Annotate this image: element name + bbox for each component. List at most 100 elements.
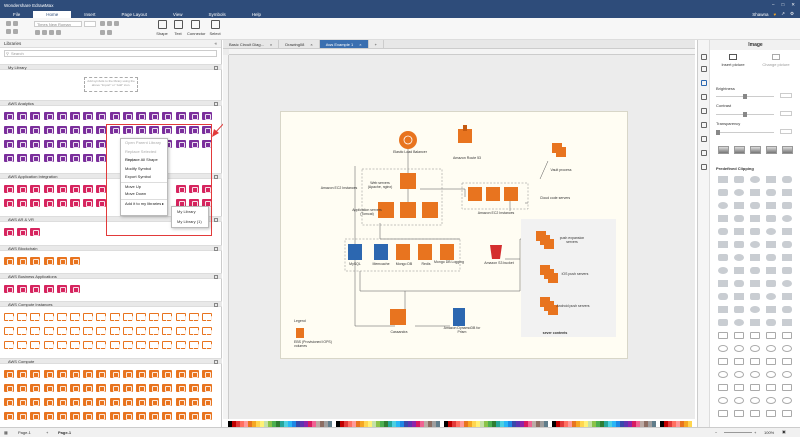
slides-icon[interactable]: [701, 150, 707, 156]
brightness-knob[interactable]: [743, 94, 747, 99]
library-symbol-icon[interactable]: [70, 327, 80, 336]
library-symbol-icon[interactable]: [96, 327, 107, 336]
clipping-shape[interactable]: [734, 280, 744, 287]
library-symbol-icon[interactable]: [4, 126, 14, 134]
clipping-shape[interactable]: [718, 345, 728, 352]
library-symbol-icon[interactable]: [30, 228, 41, 236]
library-symbol-icon[interactable]: [175, 112, 186, 120]
clipping-shape[interactable]: [766, 254, 776, 261]
library-symbol-icon[interactable]: [202, 327, 212, 336]
library-symbol-icon[interactable]: [30, 327, 41, 336]
clipping-shape[interactable]: [782, 215, 792, 222]
clipping-shape[interactable]: [734, 267, 744, 274]
library-symbol-icon[interactable]: [56, 285, 67, 293]
clipping-shape[interactable]: [782, 202, 792, 209]
library-symbol-icon[interactable]: [202, 384, 212, 392]
library-symbol-icon[interactable]: [83, 370, 94, 378]
menu-view[interactable]: View: [160, 11, 196, 18]
clipping-shape[interactable]: [766, 384, 776, 391]
fit-page-icon[interactable]: ▣: [782, 429, 786, 434]
clipping-shape[interactable]: [782, 306, 792, 313]
shadow-icon[interactable]: [701, 94, 707, 100]
library-symbol-icon[interactable]: [43, 370, 54, 378]
library-symbol-icon[interactable]: [43, 112, 54, 120]
library-symbol-icon[interactable]: [17, 112, 28, 120]
clipping-shape[interactable]: [782, 410, 792, 417]
library-symbol-icon[interactable]: [43, 313, 54, 322]
library-symbol-icon[interactable]: [175, 384, 186, 392]
page-select[interactable]: Page-1: [18, 430, 31, 435]
library-symbol-icon[interactable]: [70, 185, 80, 193]
library-symbol-icon[interactable]: [17, 341, 28, 350]
library-symbol-icon[interactable]: [188, 370, 199, 378]
library-symbol-icon[interactable]: [4, 384, 14, 392]
clipping-shape[interactable]: [766, 371, 776, 378]
library-symbol-icon[interactable]: [17, 228, 28, 236]
library-symbol-icon[interactable]: [17, 185, 28, 193]
align-left-icon[interactable]: [100, 21, 105, 26]
clipping-shape[interactable]: [718, 189, 728, 196]
library-symbol-icon[interactable]: [4, 185, 14, 193]
library-symbol-icon[interactable]: [188, 412, 199, 420]
menu-modify-symbol[interactable]: Modify Symbol: [121, 165, 167, 174]
library-symbol-icon[interactable]: [70, 384, 80, 392]
close-section-icon[interactable]: [214, 218, 218, 222]
library-symbol-icon[interactable]: [56, 140, 67, 148]
layout-icon[interactable]: [701, 108, 707, 114]
library-symbol-icon[interactable]: [96, 126, 107, 134]
menu-help[interactable]: Help: [239, 11, 274, 18]
library-symbol-icon[interactable]: [17, 154, 28, 162]
clipping-shape[interactable]: [718, 358, 728, 365]
library-symbol-icon[interactable]: [30, 285, 41, 293]
clipping-shape[interactable]: [766, 280, 776, 287]
bold-icon[interactable]: [35, 30, 40, 35]
clipping-shape[interactable]: [734, 202, 744, 209]
library-symbol-icon[interactable]: [83, 327, 94, 336]
library-symbol-icon[interactable]: [56, 112, 67, 120]
library-symbol-icon[interactable]: [4, 398, 14, 406]
image-icon[interactable]: [701, 80, 707, 86]
library-symbol-icon[interactable]: [56, 126, 67, 134]
library-symbol-icon[interactable]: [188, 341, 199, 350]
library-symbol-icon[interactable]: [162, 327, 173, 336]
clipping-shape[interactable]: [718, 397, 728, 404]
library-symbol-icon[interactable]: [70, 285, 80, 293]
clipping-shape[interactable]: [750, 189, 760, 196]
tab-drawing08[interactable]: Drawing08 ×: [279, 40, 320, 48]
library-symbol-icon[interactable]: [83, 199, 94, 207]
library-symbol-icon[interactable]: [4, 285, 14, 293]
library-symbol-icon[interactable]: [70, 257, 80, 265]
clipping-shape[interactable]: [734, 358, 744, 365]
submenu-my-library[interactable]: My Library: [172, 207, 208, 217]
clipping-shape[interactable]: [734, 293, 744, 300]
clipping-shape[interactable]: [766, 345, 776, 352]
tab-aws-example[interactable]: Aws Example 1 ×: [319, 40, 369, 48]
library-symbol-icon[interactable]: [30, 257, 41, 265]
library-symbol-icon[interactable]: [43, 199, 54, 207]
library-symbol-icon[interactable]: [70, 140, 80, 148]
library-symbol-icon[interactable]: [175, 327, 186, 336]
close-tab-icon[interactable]: ×: [270, 40, 272, 48]
zoom-out-icon[interactable]: −: [715, 430, 717, 435]
library-symbol-icon[interactable]: [17, 285, 28, 293]
library-symbol-icon[interactable]: [83, 185, 94, 193]
transparency-value[interactable]: [780, 129, 792, 134]
bullets-icon[interactable]: [100, 30, 105, 35]
library-symbol-icon[interactable]: [162, 370, 173, 378]
library-symbol-icon[interactable]: [122, 313, 133, 322]
library-symbol-icon[interactable]: [188, 327, 199, 336]
library-symbol-icon[interactable]: [70, 341, 80, 350]
clipping-shape[interactable]: [766, 358, 776, 365]
line-icon[interactable]: [701, 66, 707, 72]
library-symbol-icon[interactable]: [30, 126, 41, 134]
library-symbol-icon[interactable]: [17, 412, 28, 420]
clipping-shape[interactable]: [734, 176, 744, 183]
library-symbol-icon[interactable]: [122, 370, 133, 378]
library-symbol-icon[interactable]: [30, 341, 41, 350]
close-section-icon[interactable]: [214, 303, 218, 307]
clipping-shape[interactable]: [782, 397, 792, 404]
table-icon[interactable]: [701, 164, 707, 170]
library-symbol-icon[interactable]: [202, 370, 212, 378]
menu-symbols[interactable]: Symbols: [196, 11, 239, 18]
section-aws-compute[interactable]: AWS Compute: [0, 358, 222, 364]
